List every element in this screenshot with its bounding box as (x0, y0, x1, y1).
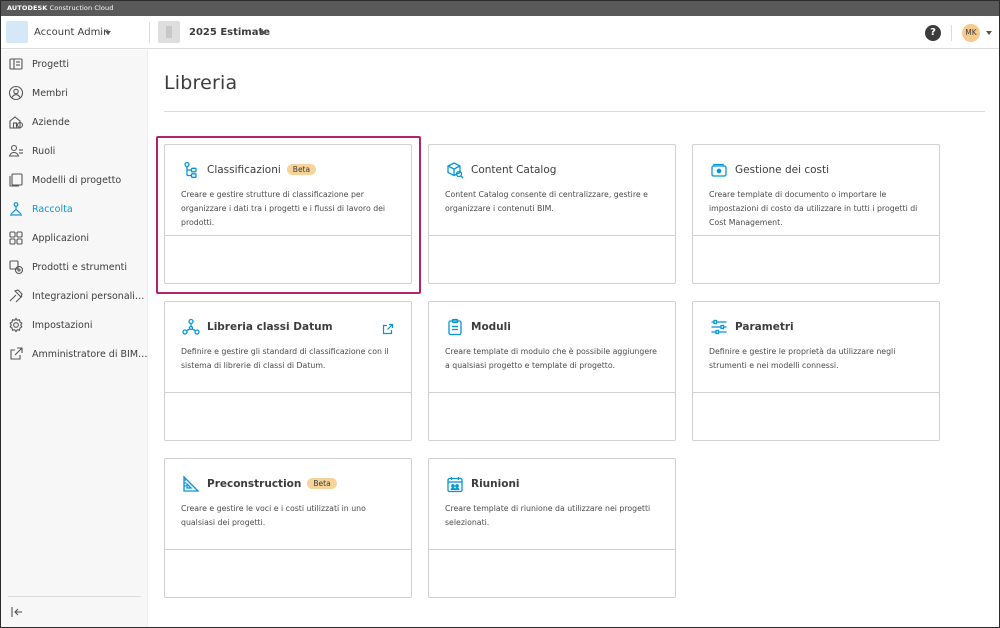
sidebar-item-label: Applicazioni (32, 233, 89, 244)
content-catalog-icon (446, 161, 464, 179)
sidebar-item-label: Integrazioni personali… (32, 291, 145, 302)
library-card-gestione-costi[interactable]: Gestione dei costi Creare template di do… (692, 144, 940, 284)
card-description: Content Catalog consente di centralizzar… (445, 190, 648, 213)
page-title: Libreria (164, 72, 238, 94)
sidebar-item-label: Progetti (32, 59, 70, 70)
card-divider (693, 235, 939, 236)
card-title: Gestione dei costi (735, 164, 830, 176)
sidebar-divider (8, 596, 141, 597)
app-window: AUTODESK Construction Cloud Account Admi… (0, 0, 1000, 628)
sidebar-item-label: Modelli di progetto (32, 175, 122, 186)
card-divider (165, 549, 411, 550)
datum-network-icon (182, 318, 200, 336)
card-divider (693, 392, 939, 393)
sidebar-item-applicazioni[interactable]: Applicazioni (1, 224, 148, 253)
chevron-down-icon[interactable] (986, 31, 992, 35)
card-divider (165, 392, 411, 393)
sidebar-item-raccolta[interactable]: Raccolta (1, 195, 148, 224)
products-tools-icon (8, 259, 24, 275)
cost-management-icon (710, 161, 728, 179)
header-divider (149, 22, 150, 43)
brand-name: AUTODESK (7, 4, 48, 12)
beta-badge: Beta (307, 478, 337, 489)
card-divider (429, 235, 675, 236)
brand-product: Construction Cloud (47, 4, 114, 12)
parameters-sliders-icon (710, 318, 728, 336)
project-thumbnail[interactable] (158, 21, 180, 43)
card-title: Content Catalog (471, 164, 557, 176)
avatar[interactable]: MK (962, 24, 980, 42)
card-description: Creare template di riunione da utilizzar… (445, 504, 651, 527)
library-card-datum[interactable]: Libreria classi Datum Definire e gestire… (164, 301, 412, 441)
title-divider (164, 111, 985, 112)
sidebar-item-label: Membri (32, 88, 68, 99)
projects-icon (8, 56, 24, 72)
card-divider (429, 392, 675, 393)
selection-highlight (156, 136, 421, 294)
chevron-down-icon[interactable] (260, 31, 266, 35)
card-divider (429, 549, 675, 550)
preconstruction-icon (182, 475, 200, 493)
sidebar-item-label: Aziende (32, 117, 70, 128)
external-link-icon (8, 346, 24, 362)
card-description: Definire e gestire le proprietà da utili… (709, 347, 896, 370)
library-card-riunioni[interactable]: Riunioni Creare template di riunione da … (428, 458, 676, 598)
apps-icon (8, 230, 24, 246)
sidebar-item-membri[interactable]: Membri (1, 79, 148, 108)
top-header: Account Admin 2025 Estimate ? MK (1, 16, 999, 49)
card-title: Preconstruction Beta (207, 478, 337, 490)
integrations-icon (8, 288, 24, 304)
sidebar-item-ruoli[interactable]: Ruoli (1, 137, 148, 166)
sidebar-item-label: Ruoli (32, 146, 56, 157)
card-title-text: Preconstruction (207, 478, 302, 490)
library-icon (8, 201, 24, 217)
project-selector[interactable]: 2025 Estimate (189, 16, 270, 49)
account-logo[interactable] (6, 21, 28, 43)
sidebar-item-impostazioni[interactable]: Impostazioni (1, 311, 148, 340)
roles-icon (8, 143, 24, 159)
card-title: Libreria classi Datum (207, 321, 333, 333)
brand-bar: AUTODESK Construction Cloud (1, 1, 999, 16)
sidebar-item-label: Raccolta (32, 204, 73, 215)
sidebar-item-aziende[interactable]: Aziende (1, 108, 148, 137)
members-icon (8, 85, 24, 101)
sidebar-item-prodotti[interactable]: Prodotti e strumenti (1, 253, 148, 282)
card-description: Creare template di documento o importare… (709, 190, 918, 227)
help-icon[interactable]: ? (925, 25, 941, 41)
card-title: Riunioni (471, 478, 520, 490)
sidebar-item-label: Impostazioni (32, 320, 93, 331)
library-card-content-catalog[interactable]: Content Catalog Content Catalog consente… (428, 144, 676, 284)
sidebar-item-bim-admin[interactable]: Amministratore di BIM… (1, 340, 148, 369)
header-divider (951, 25, 952, 41)
account-selector[interactable]: Account Admin (34, 16, 109, 49)
library-card-parametri[interactable]: Parametri Definire e gestire le propriet… (692, 301, 940, 441)
card-title: Parametri (735, 321, 794, 333)
companies-icon (8, 114, 24, 130)
card-description: Creare template di modulo che è possibil… (445, 347, 657, 370)
sidebar-item-label: Prodotti e strumenti (32, 262, 127, 273)
sidebar-item-label: Amministratore di BIM… (32, 349, 148, 360)
settings-icon (8, 317, 24, 333)
card-title: Moduli (471, 321, 511, 333)
sidebar: Progetti Membri Aziende Ruoli Modelli di… (1, 50, 148, 627)
card-description: Definire e gestire gli standard di class… (181, 347, 389, 370)
external-link-icon[interactable] (382, 320, 394, 335)
sidebar-item-integrazioni[interactable]: Integrazioni personali… (1, 282, 148, 311)
project-templates-icon (8, 172, 24, 188)
forms-clipboard-icon (446, 318, 464, 336)
sidebar-item-modelli[interactable]: Modelli di progetto (1, 166, 148, 195)
chevron-down-icon[interactable] (105, 31, 111, 35)
collapse-sidebar-icon[interactable] (10, 604, 24, 618)
meetings-calendar-icon (446, 475, 464, 493)
sidebar-item-progetti[interactable]: Progetti (1, 50, 148, 79)
library-card-moduli[interactable]: Moduli Creare template di modulo che è p… (428, 301, 676, 441)
card-description: Creare e gestire le voci e i costi utili… (181, 504, 366, 527)
library-card-preconstruction[interactable]: Preconstruction Beta Creare e gestire le … (164, 458, 412, 598)
